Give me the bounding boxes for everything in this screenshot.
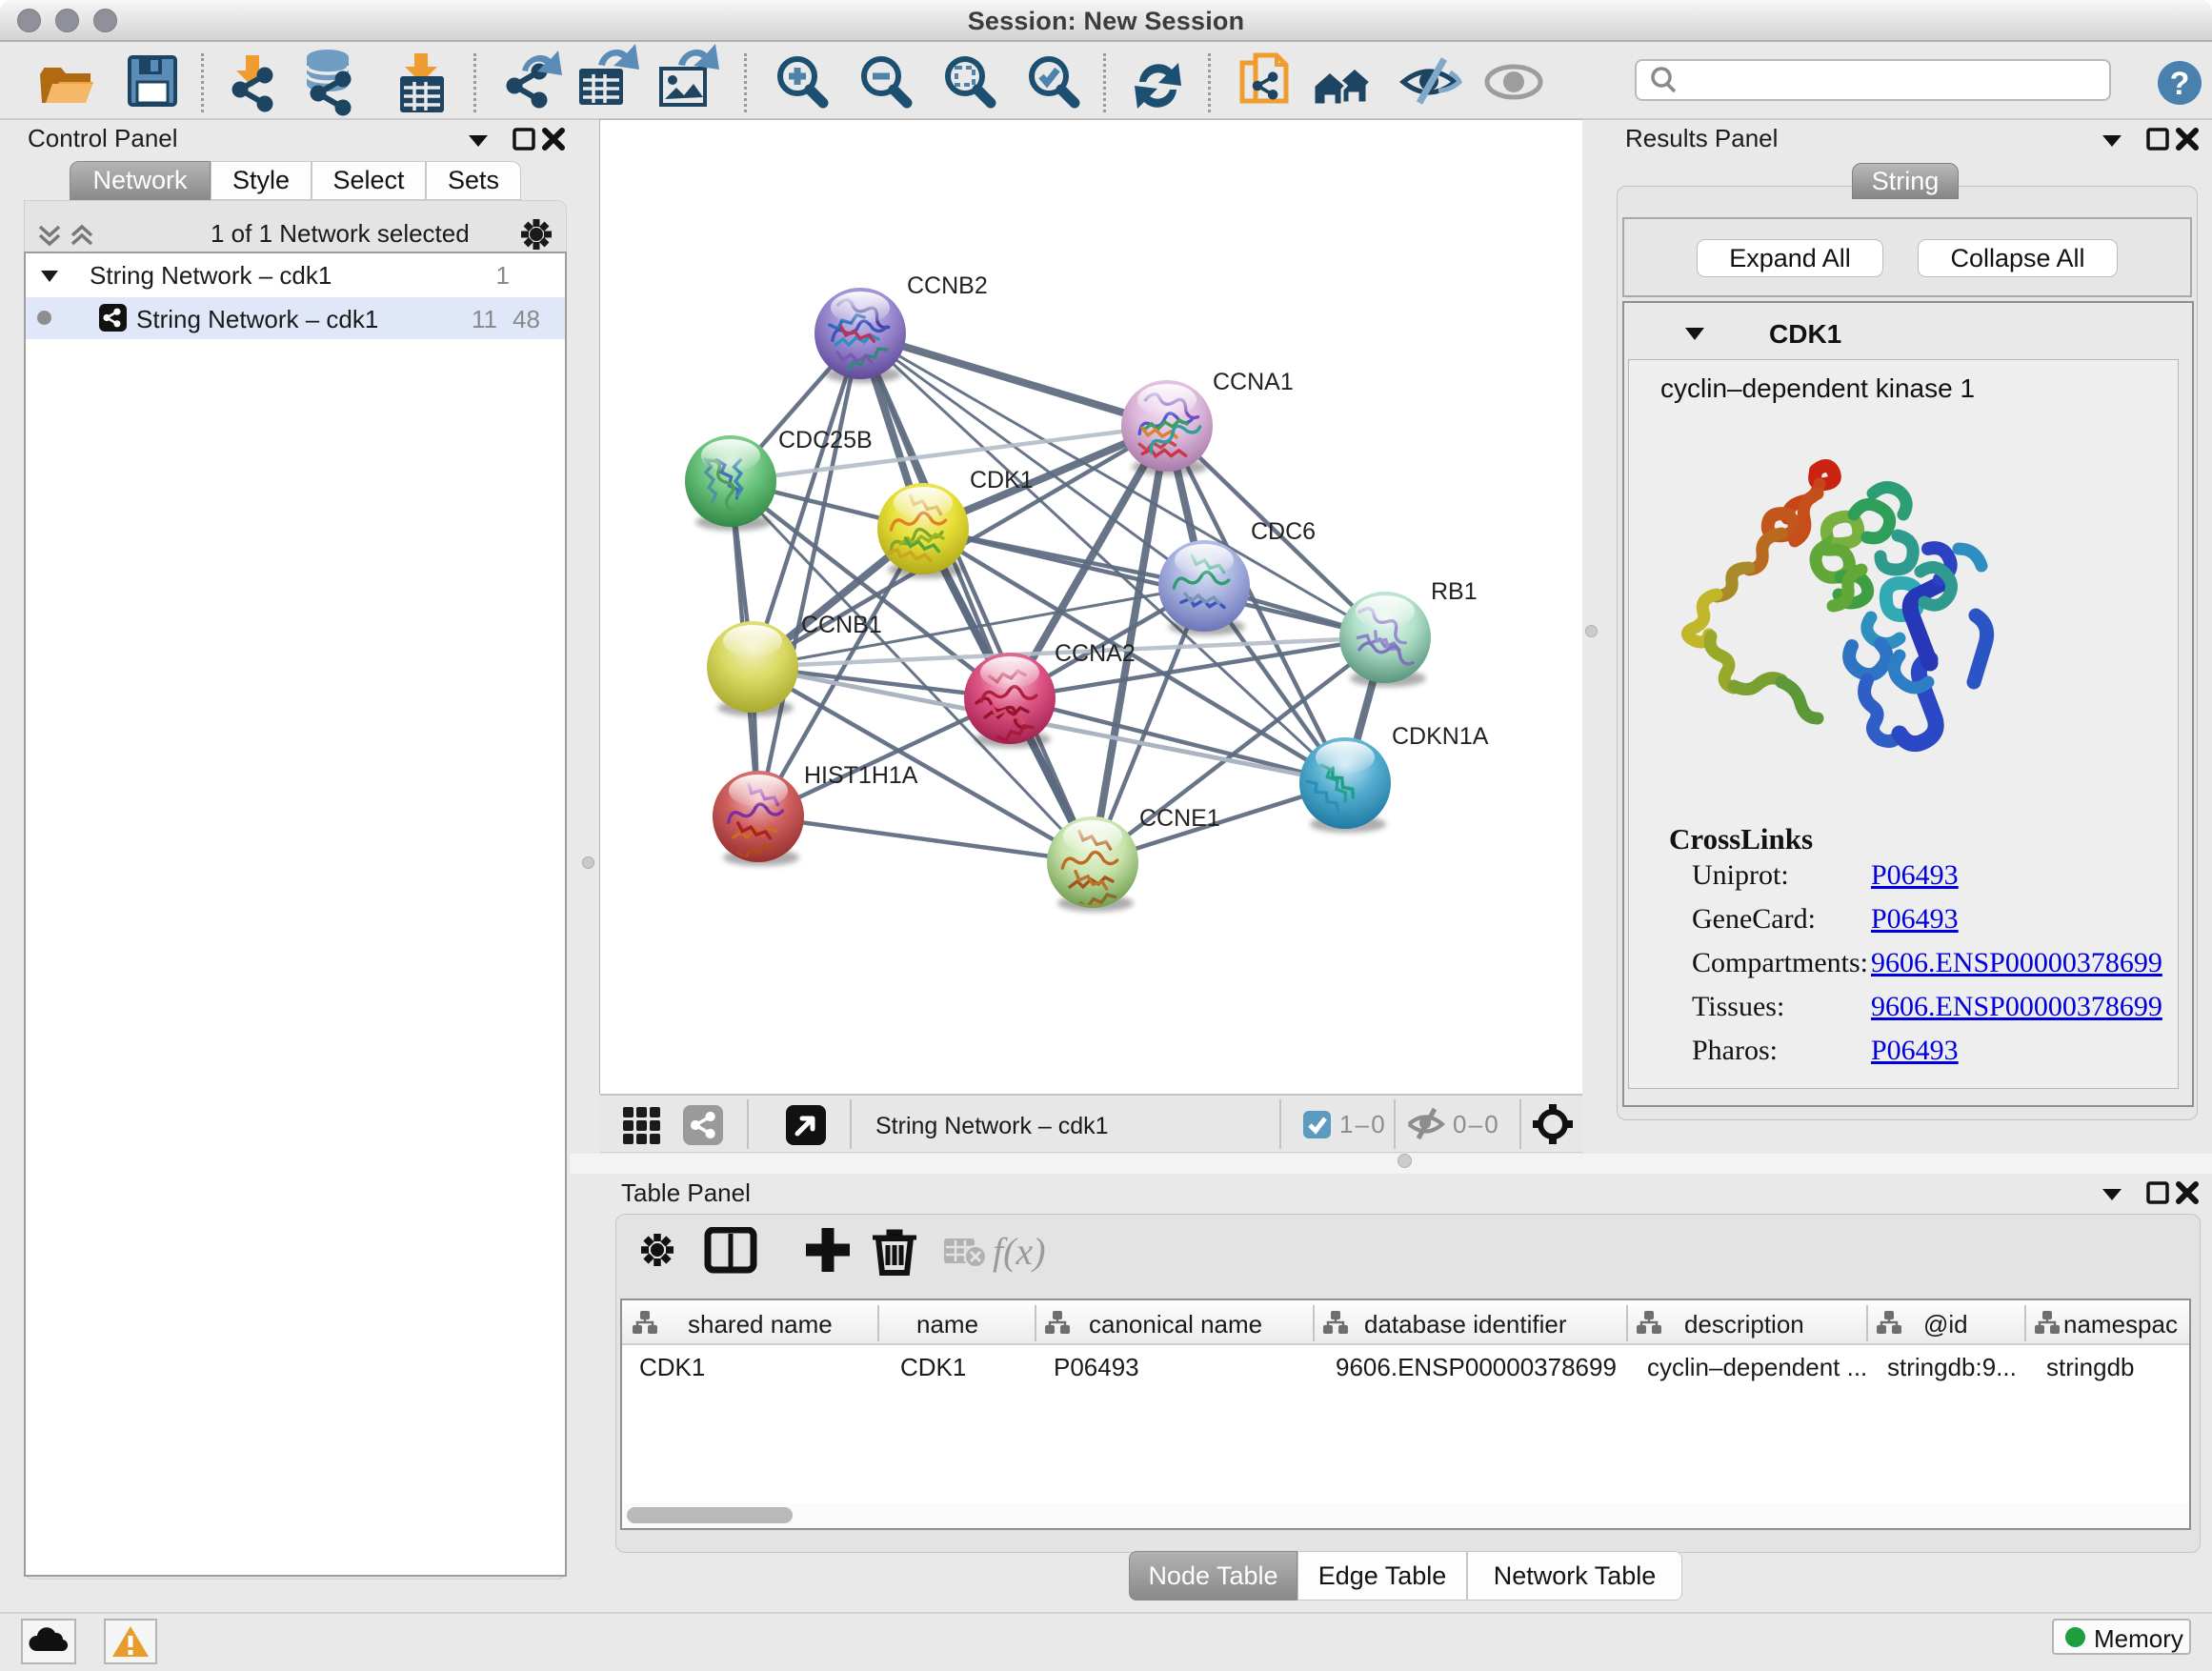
svg-text:stringdb:9...: stringdb:9... (1887, 1353, 2017, 1381)
svg-text:CDK1: CDK1 (639, 1353, 705, 1381)
svg-text:RB1: RB1 (1431, 578, 1478, 605)
svg-text:1 – 0: 1 – 0 (1339, 1110, 1385, 1138)
svg-text:CCNB2: CCNB2 (907, 272, 988, 299)
svg-text:stringdb: stringdb (2046, 1353, 2135, 1381)
svg-text:String Network – cdk1: String Network – cdk1 (875, 1113, 1109, 1139)
svg-text:CDKN1A: CDKN1A (1392, 723, 1489, 750)
svg-text:f(x): f(x) (993, 1230, 1046, 1273)
svg-text:CCNB1: CCNB1 (801, 612, 882, 638)
svg-text:CDK1: CDK1 (900, 1353, 966, 1381)
svg-text:?: ? (2170, 66, 2190, 102)
svg-text:1 of 1 Network selected: 1 of 1 Network selected (211, 219, 470, 248)
svg-text:CDC25B: CDC25B (778, 427, 873, 453)
svg-text:CCNE1: CCNE1 (1139, 805, 1220, 832)
svg-text:canonical name: canonical name (1089, 1310, 1262, 1339)
svg-text:HIST1H1A: HIST1H1A (804, 762, 918, 789)
svg-text:0 – 0: 0 – 0 (1453, 1110, 1498, 1138)
svg-text:CDC6: CDC6 (1251, 518, 1316, 545)
svg-text:CDK1: CDK1 (970, 467, 1034, 493)
svg-text:9606.ENSP00000378699: 9606.ENSP00000378699 (1336, 1353, 1617, 1381)
svg-text:CCNA1: CCNA1 (1213, 369, 1294, 395)
svg-text:namespac: namespac (2063, 1310, 2178, 1339)
svg-text:cyclin–dependent ...: cyclin–dependent ... (1647, 1353, 1867, 1381)
svg-text:database identifier: database identifier (1364, 1310, 1567, 1339)
svg-text:P06493: P06493 (1054, 1353, 1139, 1381)
svg-text:description: description (1684, 1310, 1804, 1339)
svg-text:shared name: shared name (688, 1310, 833, 1339)
svg-text:@id: @id (1923, 1310, 1968, 1339)
svg-text:name: name (916, 1310, 978, 1339)
svg-text:CCNA2: CCNA2 (1055, 640, 1136, 667)
